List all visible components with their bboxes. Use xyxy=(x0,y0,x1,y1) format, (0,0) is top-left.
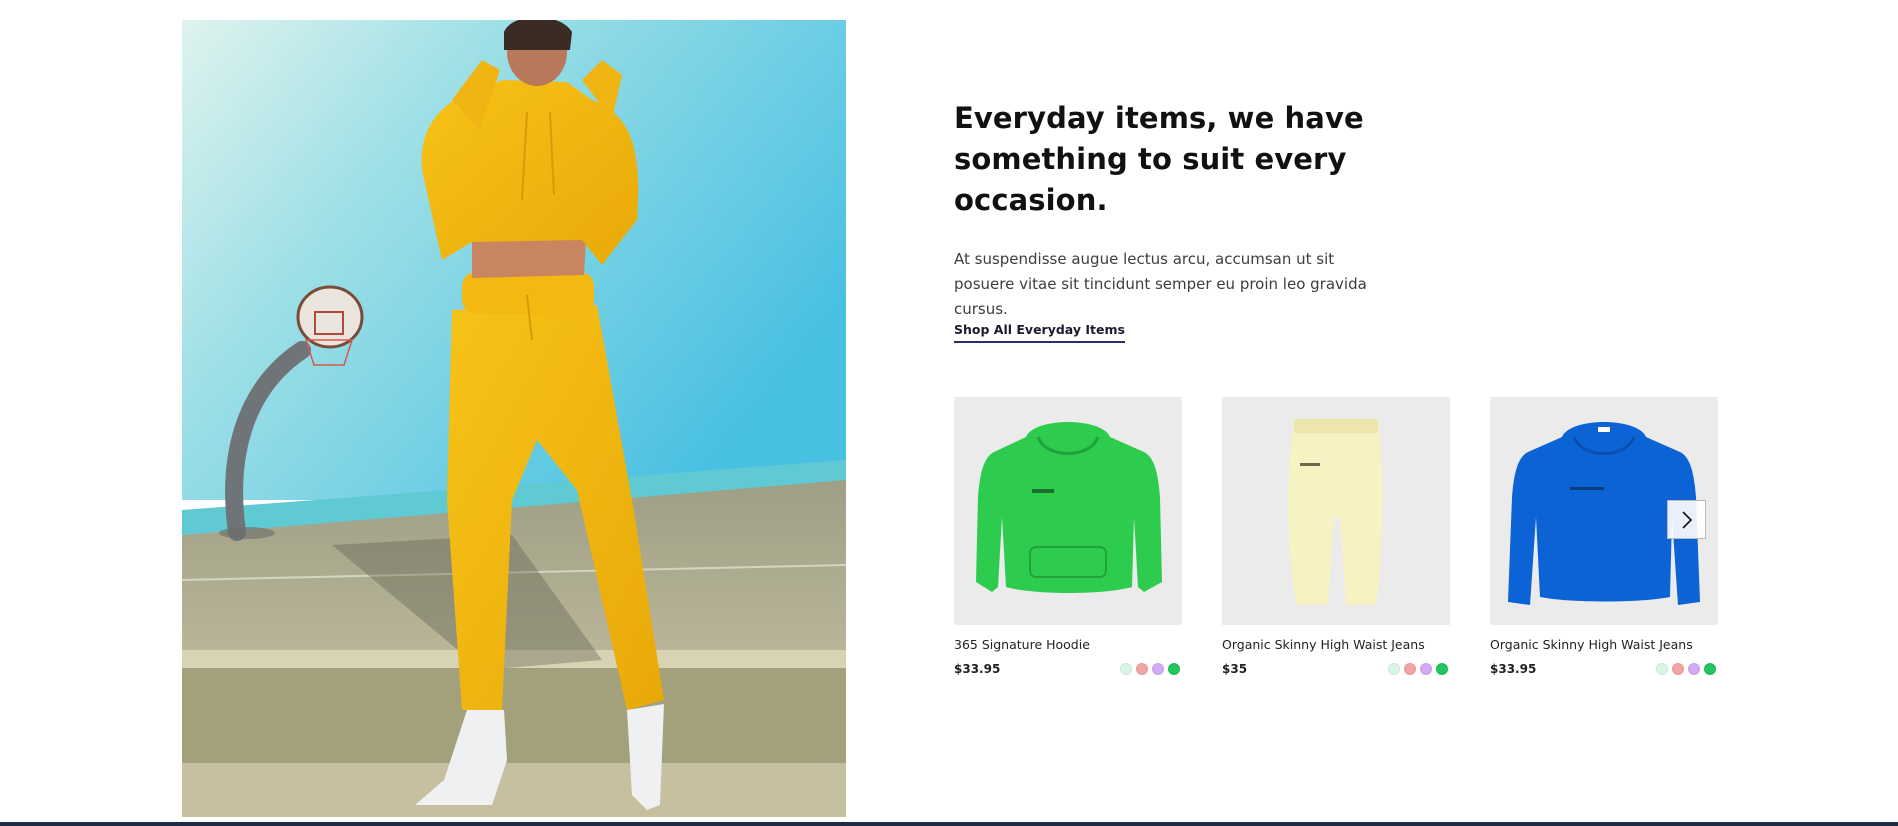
color-swatch[interactable] xyxy=(1168,663,1180,675)
product-card[interactable]: Organic Skinny High Waist Jeans $35 xyxy=(1222,397,1450,676)
sweatpants-illustration xyxy=(1288,419,1383,605)
color-swatches xyxy=(1120,663,1180,675)
section-description: At suspendisse augue lectus arcu, accums… xyxy=(954,250,1367,318)
product-name[interactable]: Organic Skinny High Waist Jeans xyxy=(1490,636,1718,654)
color-swatch[interactable] xyxy=(1388,663,1400,675)
color-swatch[interactable] xyxy=(1656,663,1668,675)
color-swatch[interactable] xyxy=(1436,663,1448,675)
color-swatch[interactable] xyxy=(1420,663,1432,675)
product-shape xyxy=(976,422,1162,593)
page: Everyday items, we have something to sui… xyxy=(0,0,1898,826)
product-price: $33.95 xyxy=(954,662,1001,676)
hero-illustration xyxy=(182,20,846,817)
product-image[interactable] xyxy=(954,397,1182,625)
product-shape xyxy=(1288,419,1383,605)
section-heading: Everyday items, we have something to sui… xyxy=(954,101,1364,217)
product-price: $33.95 xyxy=(1490,662,1537,676)
footer-edge xyxy=(0,822,1898,826)
color-swatch[interactable] xyxy=(1704,663,1716,675)
color-swatch[interactable] xyxy=(1688,663,1700,675)
color-swatch[interactable] xyxy=(1152,663,1164,675)
color-swatch[interactable] xyxy=(1120,663,1132,675)
color-swatches xyxy=(1656,663,1716,675)
color-swatches xyxy=(1388,663,1448,675)
product-name[interactable]: 365 Signature Hoodie xyxy=(954,636,1182,654)
product-name[interactable]: Organic Skinny High Waist Jeans xyxy=(1222,636,1450,654)
chevron-right-icon xyxy=(1681,510,1692,529)
shop-all-link[interactable]: Shop All Everyday Items xyxy=(954,321,1125,343)
color-swatch[interactable] xyxy=(1672,663,1684,675)
product-card[interactable]: 365 Signature Hoodie $33.95 xyxy=(954,397,1182,676)
carousel-next-button[interactable] xyxy=(1667,500,1706,539)
product-price: $35 xyxy=(1222,662,1248,676)
hoodie-illustration xyxy=(976,422,1162,593)
hero-image xyxy=(182,20,846,817)
product-image[interactable] xyxy=(1222,397,1450,625)
color-swatch[interactable] xyxy=(1404,663,1416,675)
color-swatch[interactable] xyxy=(1136,663,1148,675)
